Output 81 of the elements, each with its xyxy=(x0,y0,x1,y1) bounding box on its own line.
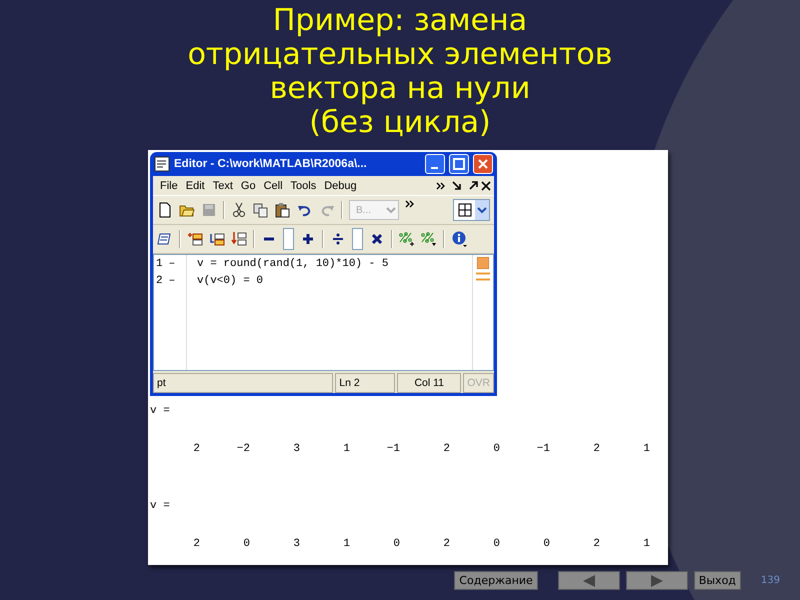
chevron-icon[interactable] xyxy=(405,199,415,209)
page-number: 139 xyxy=(760,575,780,586)
insert-cell-icon[interactable] xyxy=(209,231,225,247)
page-pencil-icon[interactable] xyxy=(157,231,173,247)
step-field[interactable] xyxy=(283,228,294,250)
copy-icon[interactable] xyxy=(253,202,269,218)
menu-item[interactable]: File xyxy=(156,180,182,192)
menu-item[interactable]: Cell xyxy=(260,180,287,192)
minimize-icon xyxy=(431,167,439,169)
dock-arrow-icon[interactable] xyxy=(452,180,462,190)
output-value: 0 xyxy=(492,442,500,457)
column-indicator: Col 11 xyxy=(397,373,462,393)
insert-cell-icon[interactable] xyxy=(231,231,247,247)
output-value: 1 xyxy=(342,442,350,457)
output-text: v = xyxy=(150,499,171,514)
multiply-icon[interactable] xyxy=(369,231,385,247)
editor-app-icon xyxy=(154,156,170,172)
next-button[interactable] xyxy=(626,571,688,590)
warning-indicator-icon xyxy=(477,257,489,269)
breakpoint-marker[interactable]: – xyxy=(168,274,176,286)
output-value: −2 xyxy=(236,442,250,457)
new-file-icon[interactable] xyxy=(157,202,173,218)
line-number: 1 xyxy=(156,258,163,270)
output-value: −1 xyxy=(386,442,400,457)
left-triangle-icon xyxy=(582,574,596,586)
menu-item[interactable]: Edit xyxy=(182,180,209,192)
output-value: 0 xyxy=(242,537,250,552)
percent-icon[interactable] xyxy=(421,231,437,247)
output-value: 3 xyxy=(292,537,300,552)
code-line: v = round(rand(1, 10)*10) - 5 xyxy=(197,256,390,272)
output-value: 2 xyxy=(192,537,200,552)
minimize-button[interactable] xyxy=(425,154,445,174)
right-triangle-icon xyxy=(650,574,664,586)
breakpoint-marker[interactable]: – xyxy=(168,258,176,270)
chevron-icon[interactable] xyxy=(436,180,446,190)
output-text: v = xyxy=(150,404,171,419)
status-message: pt xyxy=(153,373,334,393)
output-value: 2 xyxy=(592,537,600,552)
output-value: 3 xyxy=(292,442,300,457)
output-value: 2 xyxy=(192,442,200,457)
nav-button[interactable]: Содержание xyxy=(454,571,538,590)
output-value: 2 xyxy=(442,537,450,552)
clipboard-icon[interactable] xyxy=(275,202,291,218)
close-button[interactable] xyxy=(473,154,493,174)
insert-cell-icon[interactable] xyxy=(187,231,203,247)
output-value: −1 xyxy=(536,442,550,457)
info-icon[interactable] xyxy=(451,231,467,247)
menu-item[interactable]: Go xyxy=(236,180,260,192)
close-icon xyxy=(478,159,488,169)
slide-title-line: отрицательных элементов xyxy=(188,38,612,72)
slide-title-line: вектора на нули xyxy=(270,72,530,106)
percent-icon[interactable] xyxy=(399,231,415,247)
grid-layout-icon[interactable] xyxy=(457,202,473,218)
slide-title-line: (без цикла) xyxy=(309,106,491,140)
step-field[interactable] xyxy=(352,228,363,250)
previous-button[interactable] xyxy=(558,571,620,590)
output-value: 1 xyxy=(642,537,650,552)
output-value: 0 xyxy=(492,537,500,552)
line-indicator: Ln 2 xyxy=(335,373,396,393)
menu-item[interactable]: Text xyxy=(208,180,237,192)
output-value: 2 xyxy=(442,442,450,457)
line-number: 2 xyxy=(156,274,163,286)
close-icon[interactable] xyxy=(481,180,491,190)
menu-item[interactable]: Debug xyxy=(320,180,361,192)
divide-icon[interactable] xyxy=(330,231,346,247)
output-value: 0 xyxy=(392,537,400,552)
output-value: 1 xyxy=(342,537,350,552)
output-value: 1 xyxy=(642,442,650,457)
output-value: 0 xyxy=(542,537,550,552)
code-line: v(v<0) = 0 xyxy=(197,274,264,288)
maximize-icon xyxy=(453,158,465,170)
overwrite-indicator: OVR xyxy=(463,373,494,393)
output-value: 2 xyxy=(592,442,600,457)
plus-icon[interactable] xyxy=(300,231,316,247)
nav-button[interactable]: Выход xyxy=(694,571,741,590)
maximize-button[interactable] xyxy=(449,154,469,174)
undock-arrow-icon[interactable] xyxy=(468,180,478,190)
menu-item[interactable]: Tools xyxy=(286,180,320,192)
window-title: Editor - C:\work\MATLAB\R2006a\... xyxy=(174,158,368,170)
slide-title-line: Пример: замена xyxy=(272,4,528,38)
scissors-icon[interactable] xyxy=(231,202,247,218)
